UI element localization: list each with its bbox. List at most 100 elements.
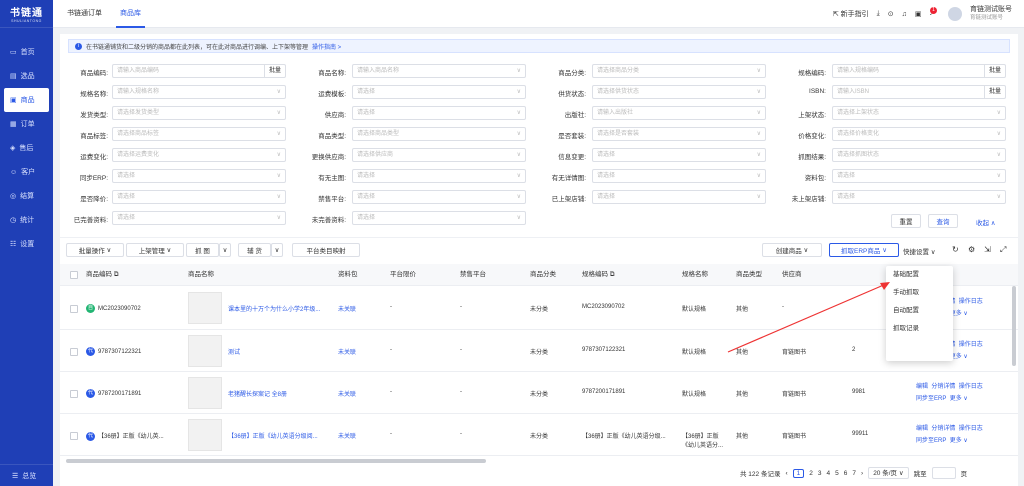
filter-field[interactable]: 请选择商品标签 ∨ xyxy=(112,127,286,141)
filter-field[interactable]: 请选择商品分类 ∨ xyxy=(592,64,766,78)
filter-field[interactable]: 请选择 ∨ xyxy=(832,169,1006,183)
package-link[interactable]: 未关联 xyxy=(338,431,356,440)
filter-field[interactable]: 请选择供货状态 ∨ xyxy=(592,85,766,99)
grab-image-dropdown[interactable]: ∨ xyxy=(219,243,231,257)
filter-field[interactable]: 请选择抓图状态 ∨ xyxy=(832,148,1006,162)
batch-button[interactable]: 批量 xyxy=(983,65,1005,77)
headset-icon[interactable]: ♫ xyxy=(902,11,907,18)
tab-orders[interactable]: 书链通订单 xyxy=(63,0,106,28)
filter-field[interactable]: 请选择发货类型 ∨ xyxy=(112,106,286,120)
grab-erp-goods-button[interactable]: 抓取ERP商品 ∨ xyxy=(829,243,899,257)
operation-log-link[interactable]: 操作日志 xyxy=(959,342,983,348)
more-link[interactable]: 更多 ∨ xyxy=(950,438,968,444)
nav-home[interactable]: ▭ 首页 xyxy=(0,40,53,64)
nav-statistics[interactable]: ◷ 统计 xyxy=(0,208,53,232)
filter-field[interactable]: 请输入商品名称 ∨ xyxy=(352,64,526,78)
package-link[interactable]: 未关联 xyxy=(338,389,356,398)
distribution-detail-link[interactable]: 分销详情 xyxy=(931,426,955,432)
create-goods-button[interactable]: 创建商品 ∨ xyxy=(762,243,822,257)
page-2[interactable]: 2 xyxy=(809,470,813,477)
horizontal-scrollbar[interactable] xyxy=(66,459,486,463)
filter-field[interactable]: 请选择 ∨ xyxy=(832,190,1006,204)
refresh-icon[interactable]: ↻ xyxy=(952,245,959,254)
sync-erp-link[interactable]: 同步至ERP xyxy=(916,396,946,402)
grab-image-button[interactable]: 抓 图 xyxy=(186,243,219,257)
guide-link[interactable]: ⇱ 新手指引 xyxy=(833,9,869,19)
sync-erp-link[interactable]: 同步至ERP xyxy=(916,438,946,444)
goods-thumbnail[interactable] xyxy=(188,292,222,324)
batch-button[interactable]: 批量 xyxy=(983,86,1005,98)
row-checkbox[interactable] xyxy=(70,348,78,356)
operation-log-link[interactable]: 操作日志 xyxy=(959,299,983,305)
row-checkbox[interactable] xyxy=(70,432,78,440)
operation-log-link[interactable]: 操作日志 xyxy=(959,426,983,432)
bell-icon[interactable]: ♪1 xyxy=(930,6,941,18)
filter-field[interactable]: 请输入规格名称 ∨ xyxy=(112,85,286,99)
nav-settings[interactable]: ☷ 设置 xyxy=(0,232,53,256)
nav-selection[interactable]: ▤ 选品 xyxy=(0,64,53,88)
reset-button[interactable]: 重置 xyxy=(891,214,921,228)
shelf-management-button[interactable]: 上架管理 ∨ xyxy=(126,243,184,257)
filter-field[interactable]: 请选择供应商 ∨ xyxy=(352,148,526,162)
batch-button[interactable]: 批量 xyxy=(263,65,285,77)
page-4[interactable]: 4 xyxy=(827,470,831,477)
edit-link[interactable]: 编辑 xyxy=(916,426,928,432)
filter-field[interactable]: 请选择 ∨ xyxy=(352,169,526,183)
prev-page-icon[interactable]: ‹ xyxy=(785,470,787,477)
edit-link[interactable]: 编辑 xyxy=(916,384,928,390)
copy-icon[interactable]: ⧉ xyxy=(610,271,615,278)
filter-field[interactable]: 请选择 ∨ xyxy=(592,148,766,162)
collapse-link[interactable]: 收起 ∧ xyxy=(976,217,996,227)
nav-settlement[interactable]: ◎ 结算 xyxy=(0,184,53,208)
location-icon[interactable]: ⊙ xyxy=(888,10,894,18)
filter-field[interactable]: 请选择商品类型 ∨ xyxy=(352,127,526,141)
distribution-detail-link[interactable]: 分销详情 xyxy=(931,384,955,390)
filter-field[interactable]: 请选择 ∨ xyxy=(112,190,286,204)
guide-link[interactable]: 操作指南 > xyxy=(312,42,341,51)
goods-thumbnail[interactable] xyxy=(188,419,222,451)
next-page-icon[interactable]: › xyxy=(861,470,863,477)
page-6[interactable]: 6 xyxy=(844,470,848,477)
package-link[interactable]: 未关联 xyxy=(338,304,356,313)
goods-thumbnail[interactable] xyxy=(188,335,222,367)
filter-field[interactable]: 请输入ISBN 批量 xyxy=(832,85,1006,99)
page-5[interactable]: 5 xyxy=(835,470,839,477)
download-icon[interactable]: ⤓ xyxy=(877,10,880,18)
page-3[interactable]: 3 xyxy=(818,470,822,477)
copy-icon[interactable]: ⧉ xyxy=(114,271,119,278)
nav-customer[interactable]: ☺ 客户 xyxy=(0,160,53,184)
filter-field[interactable]: 请选择运费变化 ∨ xyxy=(112,148,286,162)
calendar-icon[interactable]: ▣ xyxy=(915,10,922,18)
quick-settings-button[interactable]: 快捷设置 ∨ xyxy=(903,246,936,256)
filter-field[interactable]: 请选择价格变化 ∨ xyxy=(832,127,1006,141)
goods-name-link[interactable]: 老猪醒长探案记 全8册 xyxy=(228,389,287,398)
goods-thumbnail[interactable] xyxy=(188,377,222,409)
vertical-scrollbar[interactable] xyxy=(1012,286,1016,366)
filter-field[interactable]: 请选择 ∨ xyxy=(112,169,286,183)
filter-field[interactable]: 请输入商品编码 批量 xyxy=(112,64,286,78)
jump-input[interactable] xyxy=(931,467,956,479)
goods-name-link[interactable]: 测试 xyxy=(228,347,240,356)
nav-overview[interactable]: ☰ 总览 xyxy=(0,464,53,486)
assist-goods-button[interactable]: 辅 货 xyxy=(238,243,271,257)
avatar[interactable] xyxy=(948,7,962,21)
row-checkbox[interactable] xyxy=(70,390,78,398)
filter-field[interactable]: 请选择 ∨ xyxy=(352,106,526,120)
filter-field[interactable]: 请选择 ∨ xyxy=(352,85,526,99)
platform-category-map-button[interactable]: 平台类目映射 xyxy=(292,243,360,257)
nav-aftersale[interactable]: ◈ 售后 xyxy=(0,136,53,160)
page-1[interactable]: 1 xyxy=(792,468,805,478)
goods-name-link[interactable]: 课本里的十万个为什么小学2年级... xyxy=(228,304,320,313)
goods-name-link[interactable]: 【36册】正版《幼儿英语分级阅... xyxy=(228,431,318,440)
filter-field[interactable]: 请选择上架状态 ∨ xyxy=(832,106,1006,120)
filter-field[interactable]: 请输入出版社 ∨ xyxy=(592,106,766,120)
gear-icon[interactable]: ⚙ xyxy=(968,245,975,254)
table-row[interactable]: 代【36册】正版《幼儿英... 【36册】正版《幼儿英语分级阅... 未关联 - - 未分… xyxy=(60,414,1018,456)
query-button[interactable]: 查询 xyxy=(928,214,958,228)
nav-orders[interactable]: ▦ 订单 xyxy=(0,112,53,136)
user-info[interactable]: 育链测试账号 育链测试账号 xyxy=(970,6,1012,22)
filter-field[interactable]: 请选择 ∨ xyxy=(352,190,526,204)
fullscreen-icon[interactable]: ⤢ xyxy=(1000,245,1006,255)
tab-goods-library[interactable]: 商品库 xyxy=(116,0,145,28)
more-link[interactable]: 更多 ∨ xyxy=(950,396,968,402)
